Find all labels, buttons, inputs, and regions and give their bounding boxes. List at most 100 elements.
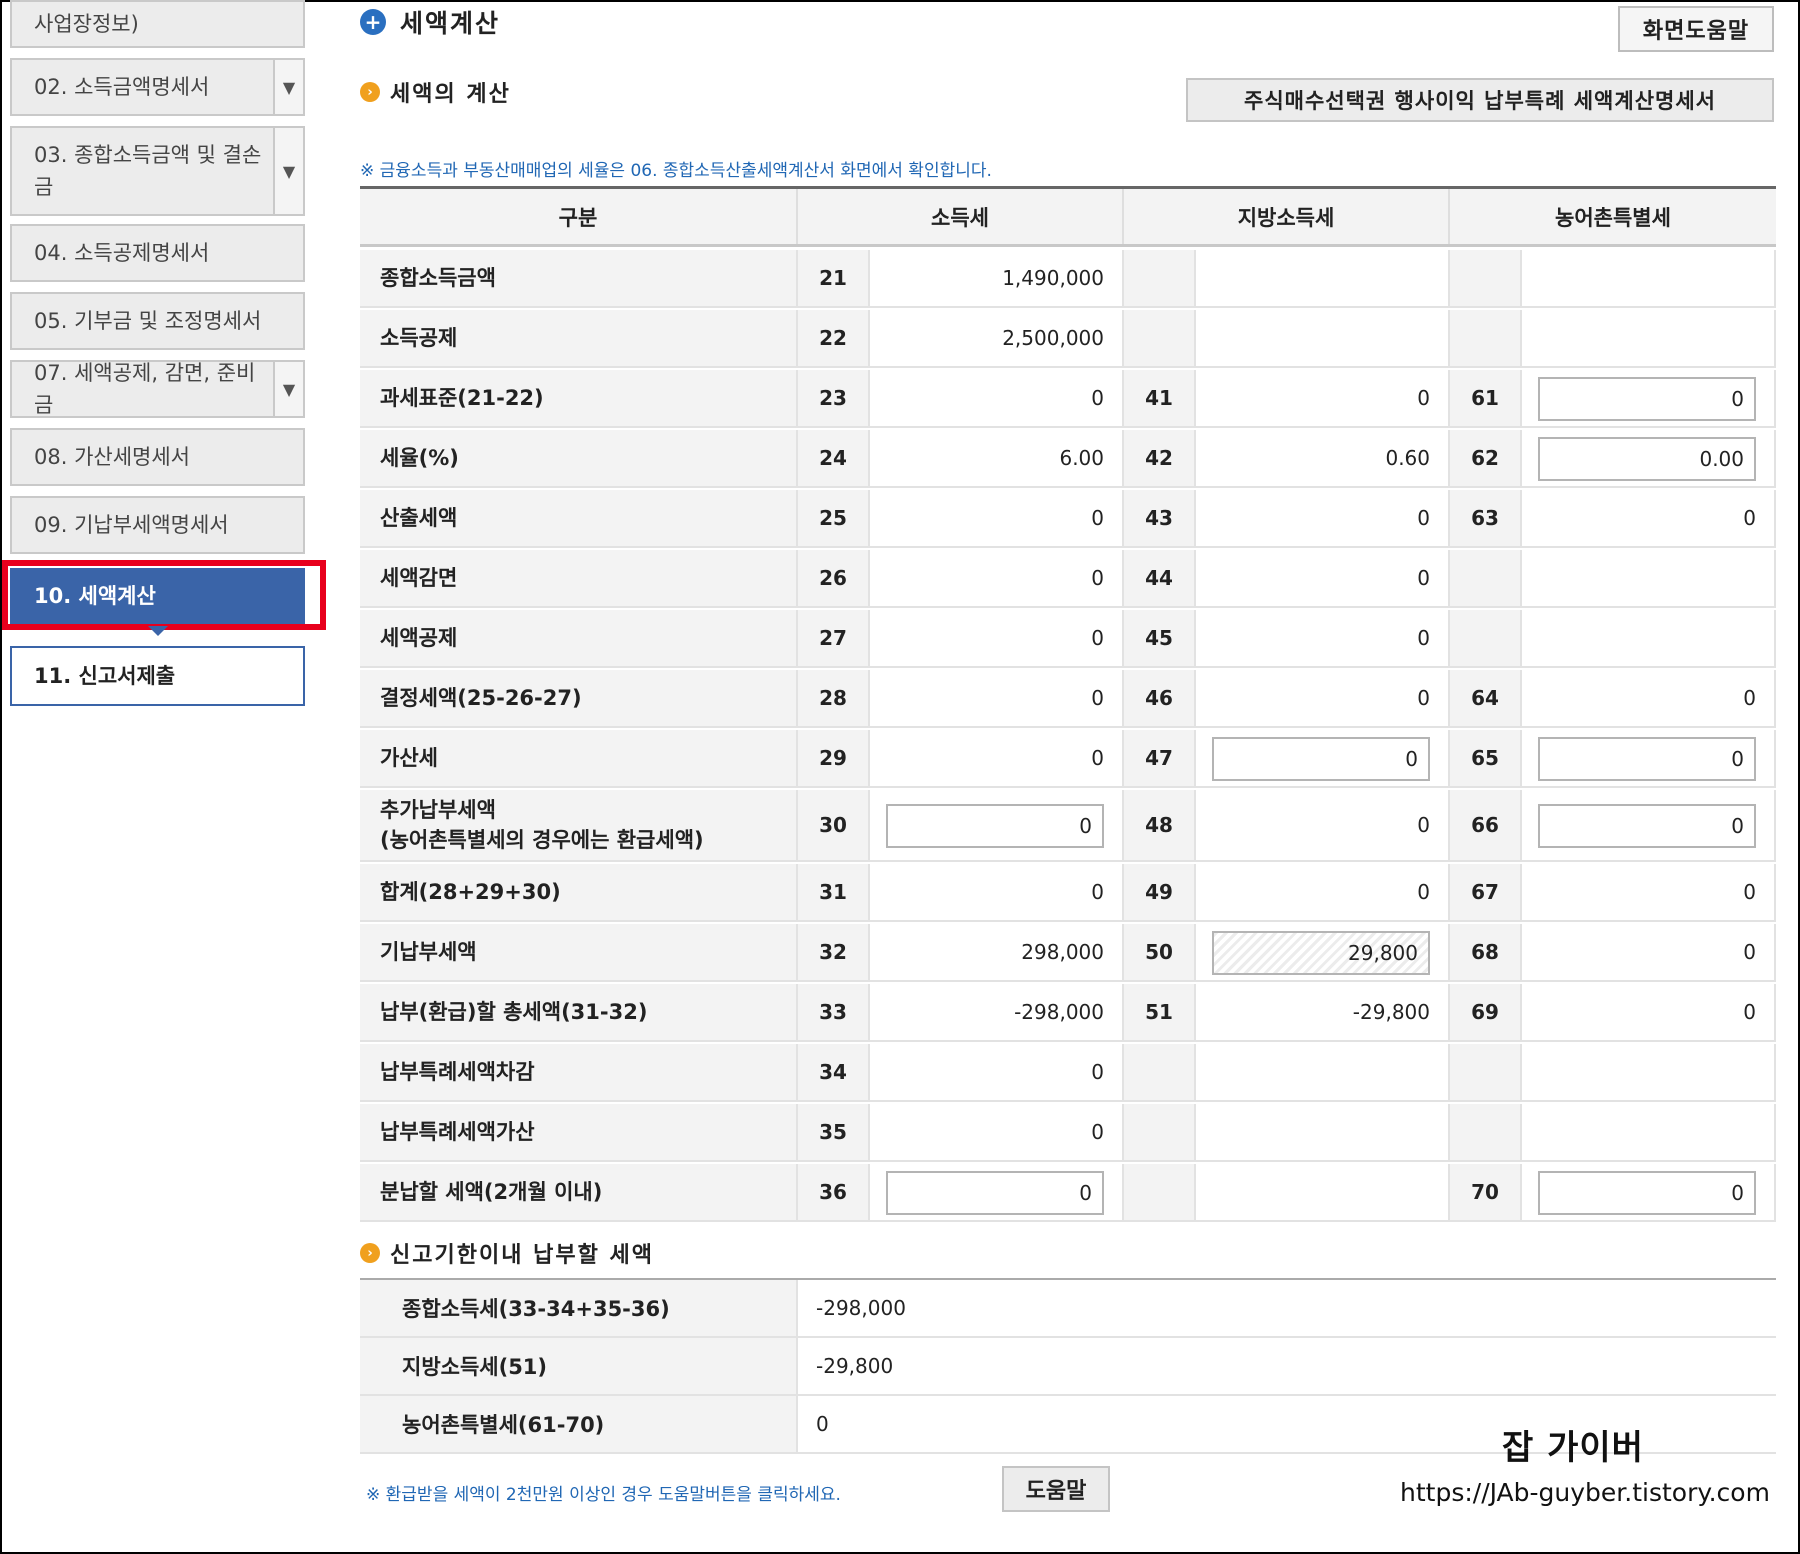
- local-tax-input[interactable]: 0: [1212, 737, 1430, 781]
- chevron-down-icon[interactable]: ▼: [273, 60, 303, 114]
- table-row: 결정세액(25-26-27) 28 0 46 0 64 0: [360, 670, 1776, 728]
- code-income: 26: [798, 550, 870, 606]
- row-label: 세액공제: [360, 610, 798, 666]
- table-row: 납부특례세액차감 34 0: [360, 1044, 1776, 1102]
- plus-circle-icon: +: [360, 9, 386, 35]
- value-local: 0.60: [1196, 430, 1450, 486]
- value-rural: 0: [1522, 984, 1776, 1040]
- table-row: 합계(28+29+30) 31 0 49 0 67 0: [360, 864, 1776, 922]
- sidebar-item-prepaid-tax[interactable]: 09. 기납부세액명세서: [10, 496, 305, 554]
- value-income: 0: [870, 370, 1124, 426]
- table-row: 소득공제 22 2,500,000: [360, 310, 1776, 368]
- sidebar-item-income-statement[interactable]: 02. 소득금액명세서 ▼: [10, 58, 305, 116]
- section-title: 세액의 계산: [390, 82, 511, 107]
- refund-note: ※ 환급받을 세액이 2천만원 이상인 경우 도움말버튼을 클릭하세요.: [366, 1485, 841, 1505]
- sidebar-item-label: 03. 종합소득금액 및 결손 금: [34, 143, 262, 199]
- row-label: 세율(%): [360, 430, 798, 486]
- empty-code-cell: [1450, 250, 1522, 306]
- watermark-name: 잡 가이버: [1502, 1428, 1644, 1468]
- row-label: 종합소득세(33-34+35-36): [360, 1280, 798, 1336]
- stock-option-tax-button[interactable]: 주식매수선택권 행사이익 납부특례 세액계산명세서: [1186, 78, 1774, 122]
- code-income: 34: [798, 1044, 870, 1100]
- value-income: 298,000: [870, 924, 1124, 980]
- code-rural: 65: [1450, 730, 1522, 786]
- rural-tax-input[interactable]: 0: [1538, 804, 1756, 848]
- screen-help-button[interactable]: 화면도움말: [1618, 6, 1774, 52]
- code-rural: 67: [1450, 864, 1522, 920]
- due-tax-table: 종합소득세(33-34+35-36) -298,000 지방소득세(51) -2…: [360, 1278, 1776, 1454]
- table-row: 세율(%) 24 6.00 42 0.60 62 0.00: [360, 430, 1776, 488]
- chevron-down-icon[interactable]: ▼: [273, 128, 303, 214]
- code-income: 28: [798, 670, 870, 726]
- income-tax-input[interactable]: 0: [886, 1171, 1104, 1215]
- sidebar-item-donation[interactable]: 05. 기부금 및 조정명세서: [10, 292, 305, 350]
- code-rural: 61: [1450, 370, 1522, 426]
- rural-tax-input[interactable]: 0: [1538, 377, 1756, 421]
- rural-tax-input[interactable]: 0: [1538, 1171, 1756, 1215]
- sidebar-item-total-income[interactable]: 03. 종합소득금액 및 결손 금 ▼: [10, 126, 305, 216]
- income-tax-input[interactable]: 0: [886, 804, 1104, 848]
- empty-value-cell: [1196, 310, 1450, 366]
- sidebar-item-label: 05. 기부금 및 조정명세서: [34, 309, 262, 333]
- value-cell: 0: [1522, 370, 1776, 426]
- sidebar-item-label: 09. 기납부세액명세서: [34, 513, 229, 537]
- empty-value-cell: [1522, 550, 1776, 606]
- empty-value-cell: [1522, 1044, 1776, 1100]
- empty-code-cell: [1124, 1164, 1196, 1220]
- empty-value-cell: [1522, 250, 1776, 306]
- row-value: -29,800: [816, 1354, 894, 1378]
- help-button[interactable]: 도움말: [1002, 1466, 1110, 1512]
- sidebar-item-label: 사업장정보): [34, 12, 139, 36]
- page-title-row: + 세액계산: [360, 4, 500, 40]
- header-income-tax: 소득세: [798, 189, 1124, 244]
- empty-code-cell: [1450, 310, 1522, 366]
- page-title: 세액계산: [400, 9, 501, 38]
- chevron-down-icon[interactable]: ▼: [273, 362, 303, 416]
- sidebar-item-submit-return[interactable]: 11. 신고서제출: [10, 646, 305, 706]
- table-row: 세액감면 26 0 44 0: [360, 550, 1776, 608]
- value-local: 0: [1196, 490, 1450, 546]
- value-income: -298,000: [870, 984, 1124, 1040]
- value-cell: 0: [1522, 1164, 1776, 1220]
- value-cell: 0: [870, 790, 1124, 860]
- sidebar-item-penalty-tax[interactable]: 08. 가산세명세서: [10, 428, 305, 486]
- row-value: -298,000: [816, 1296, 906, 1320]
- orange-bullet-icon: ›: [360, 82, 380, 102]
- code-local: 51: [1124, 984, 1196, 1040]
- section-heading-calc: › 세액의 계산: [360, 76, 511, 108]
- row-label: 기납부세액: [360, 924, 798, 980]
- table-row: 세액공제 27 0 45 0: [360, 610, 1776, 668]
- code-rural: 66: [1450, 790, 1522, 860]
- tax-calc-table: 구분 소득세 지방소득세 농어촌특별세 종합소득금액 21 1,490,000 소득공…: [360, 186, 1776, 1222]
- value-cell: 0: [1522, 790, 1776, 860]
- code-income: 36: [798, 1164, 870, 1220]
- row-label: 추가납부세액 (농어촌특별세의 경우에는 환급세액): [360, 790, 798, 860]
- value-local: 0: [1196, 370, 1450, 426]
- sidebar-item-income-deduction[interactable]: 04. 소득공제명세서: [10, 224, 305, 282]
- empty-code-cell: [1124, 1104, 1196, 1160]
- value-rural: 0: [1522, 864, 1776, 920]
- rural-tax-input[interactable]: 0: [1538, 737, 1756, 781]
- code-local: 41: [1124, 370, 1196, 426]
- table-row: 종합소득금액 21 1,490,000: [360, 250, 1776, 308]
- value-income: 0: [870, 610, 1124, 666]
- sidebar-item-label: 08. 가산세명세서: [34, 445, 190, 469]
- header-category: 구분: [360, 189, 798, 244]
- value-local: -29,800: [1196, 984, 1450, 1040]
- value-rural: 0: [1522, 670, 1776, 726]
- code-local: 45: [1124, 610, 1196, 666]
- code-local: 48: [1124, 790, 1196, 860]
- active-pointer-icon: [148, 626, 168, 636]
- empty-code-cell: [1124, 1044, 1196, 1100]
- row-label: 납부특례세액차감: [360, 1044, 798, 1100]
- row-label: 과세표준(21-22): [360, 370, 798, 426]
- sidebar-item-label: 07. 세액공제, 감면, 준비금: [34, 361, 256, 417]
- sidebar-item-tax-credit[interactable]: 07. 세액공제, 감면, 준비금 ▼: [10, 360, 305, 418]
- value-income: 2,500,000: [870, 310, 1124, 366]
- sidebar-item-business-info[interactable]: 사업장정보): [10, 0, 305, 48]
- rural-tax-input[interactable]: 0.00: [1538, 437, 1756, 481]
- row-label: 산출세액: [360, 490, 798, 546]
- code-local: 50: [1124, 924, 1196, 980]
- table-row: 과세표준(21-22) 23 0 41 0 61 0: [360, 370, 1776, 428]
- sidebar-item-label: 04. 소득공제명세서: [34, 241, 210, 265]
